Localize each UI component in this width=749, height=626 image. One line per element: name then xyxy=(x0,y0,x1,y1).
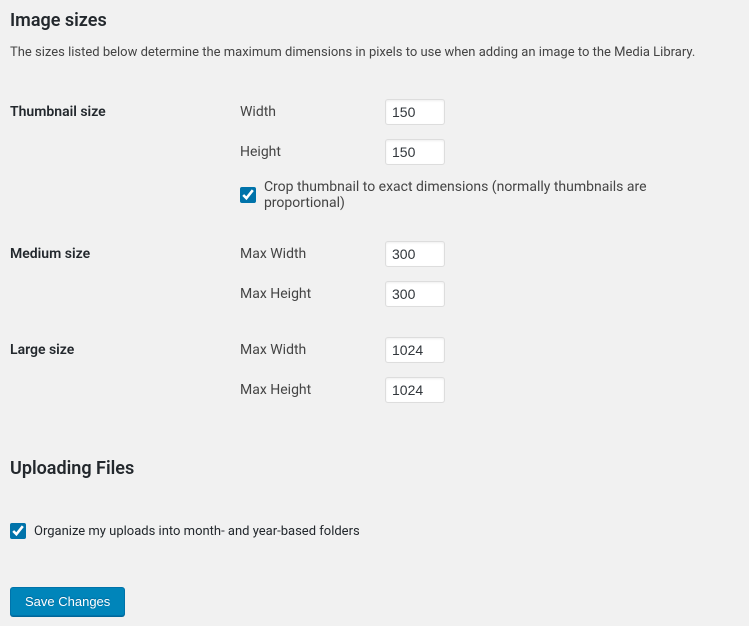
organize-uploads-checkbox[interactable] xyxy=(10,523,26,539)
organize-uploads-label: Organize my uploads into month- and year… xyxy=(34,524,360,539)
thumbnail-width-input[interactable] xyxy=(385,99,445,125)
uploading-files-heading: Uploading Files xyxy=(10,458,739,479)
large-max-width-input[interactable] xyxy=(385,337,445,363)
thumbnail-width-label: Width xyxy=(240,104,385,120)
thumbnail-row: Thumbnail size Width Height Crop thumbna… xyxy=(10,84,739,226)
uploading-files-section: Uploading Files Organize my uploads into… xyxy=(10,458,739,539)
medium-max-width-label: Max Width xyxy=(240,246,385,262)
thumbnail-height-input[interactable] xyxy=(385,139,445,165)
thumbnail-crop-checkbox[interactable] xyxy=(240,187,256,203)
medium-row: Medium size Max Width Max Height xyxy=(10,226,739,322)
medium-max-height-input[interactable] xyxy=(385,281,445,307)
large-max-height-label: Max Height xyxy=(240,382,385,398)
image-sizes-heading: Image sizes xyxy=(10,10,739,31)
save-changes-button[interactable]: Save Changes xyxy=(10,587,125,616)
large-max-height-input[interactable] xyxy=(385,377,445,403)
thumbnail-height-label: Height xyxy=(240,144,385,160)
medium-max-width-input[interactable] xyxy=(385,241,445,267)
thumbnail-crop-label: Crop thumbnail to exact dimensions (norm… xyxy=(264,179,729,211)
medium-max-height-label: Max Height xyxy=(240,286,385,302)
thumbnail-row-label: Thumbnail size xyxy=(10,84,230,226)
media-settings-form: Image sizes The sizes listed below deter… xyxy=(10,10,739,616)
image-sizes-description: The sizes listed below determine the max… xyxy=(10,45,739,60)
medium-row-label: Medium size xyxy=(10,226,230,322)
large-row-label: Large size xyxy=(10,322,230,418)
image-sizes-table: Thumbnail size Width Height Crop thumbna… xyxy=(10,84,739,418)
large-row: Large size Max Width Max Height xyxy=(10,322,739,418)
large-max-width-label: Max Width xyxy=(240,342,385,358)
